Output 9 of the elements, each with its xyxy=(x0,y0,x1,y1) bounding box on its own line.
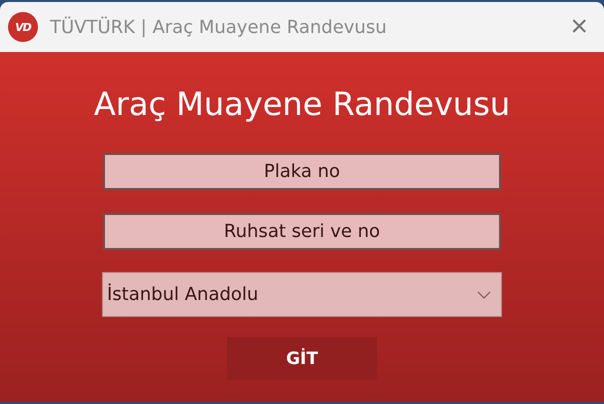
go-button[interactable]: GİT xyxy=(227,337,377,380)
input-field[interactable]: Ruhsat seri ve no xyxy=(103,213,501,250)
form-heading: Araç Muayene Randevusu xyxy=(94,85,510,125)
close-button[interactable]: × xyxy=(564,12,594,42)
app-logo: VD xyxy=(8,12,38,42)
chevron-down-icon xyxy=(477,290,491,298)
city-dropdown[interactable]: İstanbul Anadolu xyxy=(102,272,502,317)
input-field[interactable]: Plaka no xyxy=(103,153,501,190)
window-title: TÜVTÜRK | Araç Muayene Randevusu xyxy=(50,16,388,38)
